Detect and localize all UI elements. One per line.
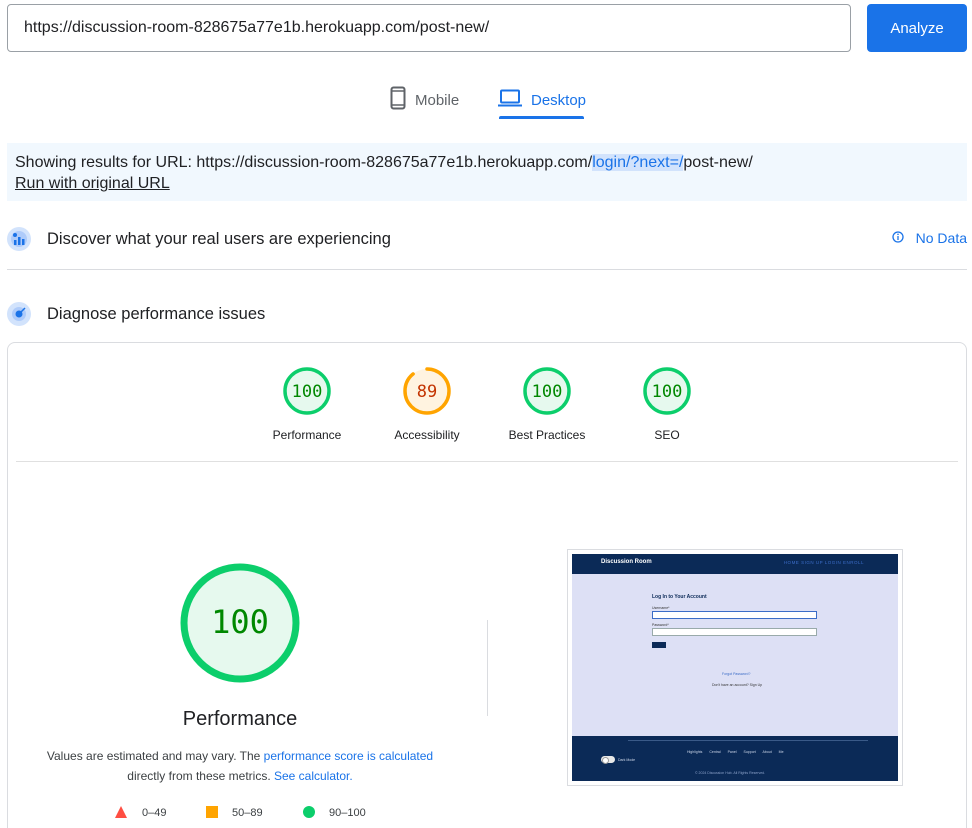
vertical-divider [487,620,488,716]
tab-active-indicator [499,116,584,119]
gauge-best-practices[interactable]: 100 Best Practices [487,366,607,442]
thumbnail-content: Discussion Room HOME SIGN UP LOGIN ENROL… [572,554,898,781]
tab-mobile-label: Mobile [415,91,460,109]
thumbnail-footer: Highlights Central Panel Support About M… [572,736,898,781]
url-redirect-notice: Showing results for URL: https://discuss… [7,143,967,201]
section-divider [7,269,967,270]
gauge-label: Performance [272,428,342,442]
no-data-indicator[interactable]: No Data [891,230,967,246]
thumbnail-toggle [601,756,615,764]
gauge-label: Accessibility [394,428,460,442]
notice-suffix: post-new/ [683,154,753,171]
performance-title: Performance [182,708,298,730]
legend-average-label: 50–89 [232,807,263,819]
thumbnail-copyright: © 2024 Discussion Hub. All Rights Reserv… [695,771,766,775]
performance-score-gauge: 100 [179,562,301,689]
circle-icon [303,805,315,821]
see-calculator-link[interactable]: See calculator. [274,769,353,783]
info-icon [891,230,904,246]
gauge-performance[interactable]: 100 Performance [247,366,367,442]
thumbnail-footer-links: Highlights Central Panel Support About M… [687,750,784,754]
thumbnail-nav-links: HOME SIGN UP LOGIN ENROLL [783,560,864,565]
thumbnail-dark-mode-label: Dark Mode [618,758,636,762]
url-input[interactable]: https://discussion-room-828675a77e1b.her… [7,4,851,52]
thumbnail-login-button [652,642,666,648]
notice-highlight: login/?next=/ [592,154,684,171]
lab-data-title: Diagnose performance issues [47,304,266,323]
field-data-title: Discover what your real users are experi… [47,229,391,248]
thumbnail-forgot-link: Forgot Password? [722,672,751,676]
thumbnail-username-field [652,611,817,619]
desc-prefix: Values are estimated and may vary. The [46,749,264,763]
field-data-icon [7,227,31,251]
desc-middle: directly from these metrics. [127,769,274,783]
performance-score-value: 100 [211,603,269,641]
gauge-value: 100 [652,382,683,402]
score-calculated-link[interactable]: performance score is calculated [264,749,433,763]
legend-pass-label: 90–100 [329,807,366,819]
thumbnail-password-label: Password* [652,623,669,627]
analyze-button[interactable]: Analyze [867,4,967,52]
thumbnail-brand: Discussion Room [601,559,652,565]
legend-pass: 90–100 [303,804,366,822]
legend-average: 50–89 [206,804,263,822]
legend-fail: 0–49 [115,804,166,822]
gauge-seo[interactable]: 100 SEO [607,366,727,442]
no-data-label: No Data [915,230,967,246]
tab-desktop[interactable]: Desktop [498,82,586,118]
lab-data-section: Diagnose performance issues [7,301,967,327]
performance-description: Values are estimated and may vary. The p… [30,746,450,786]
thumbnail-navbar: Discussion Room HOME SIGN UP LOGIN ENROL… [572,554,898,574]
laptop-icon [498,88,522,112]
legend-fail-label: 0–49 [142,807,167,819]
tab-desktop-label: Desktop [531,91,587,109]
phone-icon [390,86,406,114]
run-original-url-link[interactable]: Run with original URL [15,173,959,194]
triangle-icon [115,805,127,821]
card-divider [16,461,958,462]
thumbnail-username-label: Username* [652,606,670,610]
gauge-value: 100 [292,382,323,402]
thumbnail-signup-text: Don't have an account? Sign Up [712,683,763,687]
gauge-label: SEO [654,428,680,442]
field-data-section: Discover what your real users are experi… [7,226,967,252]
gauge-accessibility[interactable]: 89 Accessibility [367,366,487,442]
tab-mobile[interactable]: Mobile [390,82,459,118]
square-icon [206,805,218,821]
lab-data-icon [7,302,31,326]
gauge-value: 100 [532,382,563,402]
thumbnail-login-form: Log In to Your Account Username* Passwor… [652,594,822,648]
thumbnail-form-title: Log In to Your Account [652,594,707,600]
gauge-label: Best Practices [508,428,586,442]
thumbnail-footer-line [628,740,868,741]
thumbnail-password-field [652,628,817,636]
page-screenshot-thumbnail[interactable]: Discussion Room HOME SIGN UP LOGIN ENROL… [567,549,903,786]
notice-prefix: Showing results for URL: https://discuss… [15,154,593,171]
gauge-value: 89 [417,382,437,402]
